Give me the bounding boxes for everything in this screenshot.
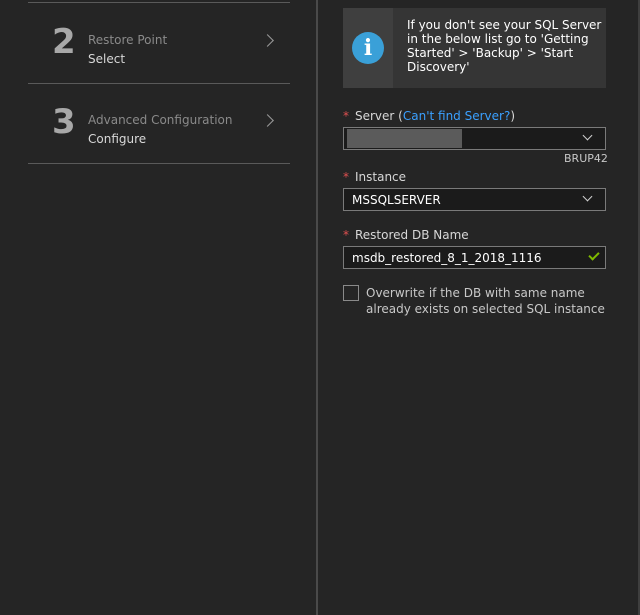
step-subtitle: Select (88, 52, 126, 66)
server-label: * Server (Can't find Server?) (343, 109, 515, 123)
instance-value: MSSQLSERVER (352, 193, 441, 207)
step-advanced-configuration[interactable]: 3 Advanced Configuration Configure (28, 83, 290, 164)
redacted-server-value (347, 129, 462, 148)
required-marker: * (343, 170, 349, 184)
info-banner: i If you don't see your SQL Server in th… (343, 8, 606, 88)
chevron-down-icon (582, 130, 593, 141)
step-restore-point[interactable]: 2 Restore Point Select (28, 3, 290, 84)
server-name-note: BRUP42 (564, 152, 608, 165)
overwrite-label: Overwrite if the DB with same name alrea… (366, 286, 605, 316)
step-subtitle: Configure (88, 132, 147, 146)
chevron-down-icon (582, 191, 593, 202)
instance-dropdown[interactable]: MSSQLSERVER (343, 188, 606, 211)
step-number: 3 (52, 102, 76, 142)
step-title: Advanced Configuration (88, 113, 233, 127)
chevron-right-icon (261, 34, 274, 47)
checkmark-icon (588, 249, 600, 261)
wizard-steps-panel: 2 Restore Point Select 3 Advanced Config… (0, 0, 316, 615)
server-dropdown[interactable] (343, 127, 606, 150)
paren-open: ( (394, 109, 403, 123)
panel-divider (316, 0, 318, 615)
instance-label-text: Instance (355, 170, 407, 184)
cant-find-server-link[interactable]: Can't find Server? (403, 109, 510, 123)
overwrite-checkbox[interactable] (343, 285, 359, 301)
restored-db-label: * Restored DB Name (343, 228, 469, 242)
restored-db-name-input[interactable]: msdb_restored_8_1_2018_1116 (343, 246, 606, 269)
info-icon-container: i (343, 8, 393, 88)
paren-close: ) (510, 109, 516, 123)
step-number: 2 (52, 22, 76, 62)
info-icon: i (352, 32, 384, 64)
restored-db-label-text: Restored DB Name (355, 228, 469, 242)
instance-label: * Instance (343, 170, 406, 184)
step-title: Restore Point (88, 33, 168, 47)
server-label-text: Server (355, 109, 395, 123)
restored-db-value: msdb_restored_8_1_2018_1116 (352, 251, 542, 265)
required-marker: * (343, 228, 349, 242)
info-message: If you don't see your SQL Server in the … (407, 18, 602, 74)
chevron-right-icon (261, 114, 274, 127)
required-marker: * (343, 109, 349, 123)
